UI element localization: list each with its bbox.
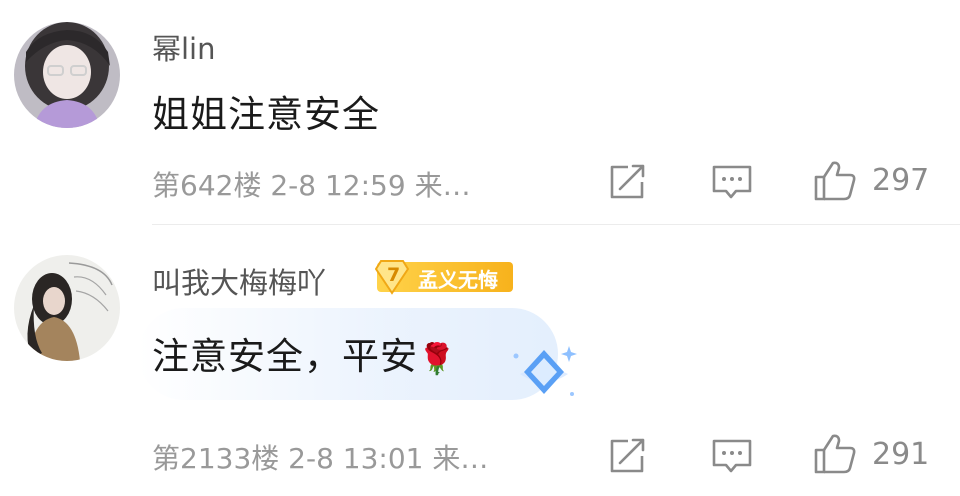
username[interactable]: 叫我大梅梅吖	[152, 260, 326, 302]
comment-meta: 第642楼 2-8 12:59 来…	[152, 169, 471, 202]
like-count: 291	[872, 437, 930, 472]
comment-text: 注意安全，平安🌹	[152, 326, 456, 380]
avatar[interactable]	[14, 22, 120, 128]
comment-item: 幂lin 姐姐注意安全 第642楼 2-8 12:59 来… 297	[0, 0, 960, 226]
comment-icon	[712, 165, 752, 199]
comment-text: 姐姐注意安全	[152, 93, 380, 136]
share-button[interactable]	[606, 436, 650, 476]
share-button[interactable]	[606, 162, 650, 202]
like-button[interactable]	[812, 432, 858, 476]
divider	[152, 224, 960, 225]
thumbs-up-icon	[814, 161, 856, 201]
fan-badge[interactable]: 7 孟义无悔	[375, 260, 513, 295]
rose-emoji: 🌹	[418, 342, 457, 377]
share-icon	[610, 164, 645, 199]
like-count: 297	[872, 163, 930, 198]
thumbs-up-icon	[814, 434, 856, 474]
comment-icon	[712, 439, 752, 473]
sparkle-diamond-icon	[513, 346, 577, 396]
reply-button[interactable]	[710, 162, 754, 202]
comment-text-body: 注意安全，平安	[152, 335, 418, 378]
comment-meta: 第2133楼 2-8 13:01 来…	[152, 442, 489, 475]
reply-button[interactable]	[710, 436, 754, 476]
like-button[interactable]	[812, 159, 858, 203]
share-icon	[610, 438, 645, 473]
username[interactable]: 幂lin	[152, 26, 216, 68]
avatar[interactable]	[14, 255, 120, 361]
badge-label: 孟义无悔	[418, 268, 498, 292]
badge-level: 7	[387, 264, 401, 286]
